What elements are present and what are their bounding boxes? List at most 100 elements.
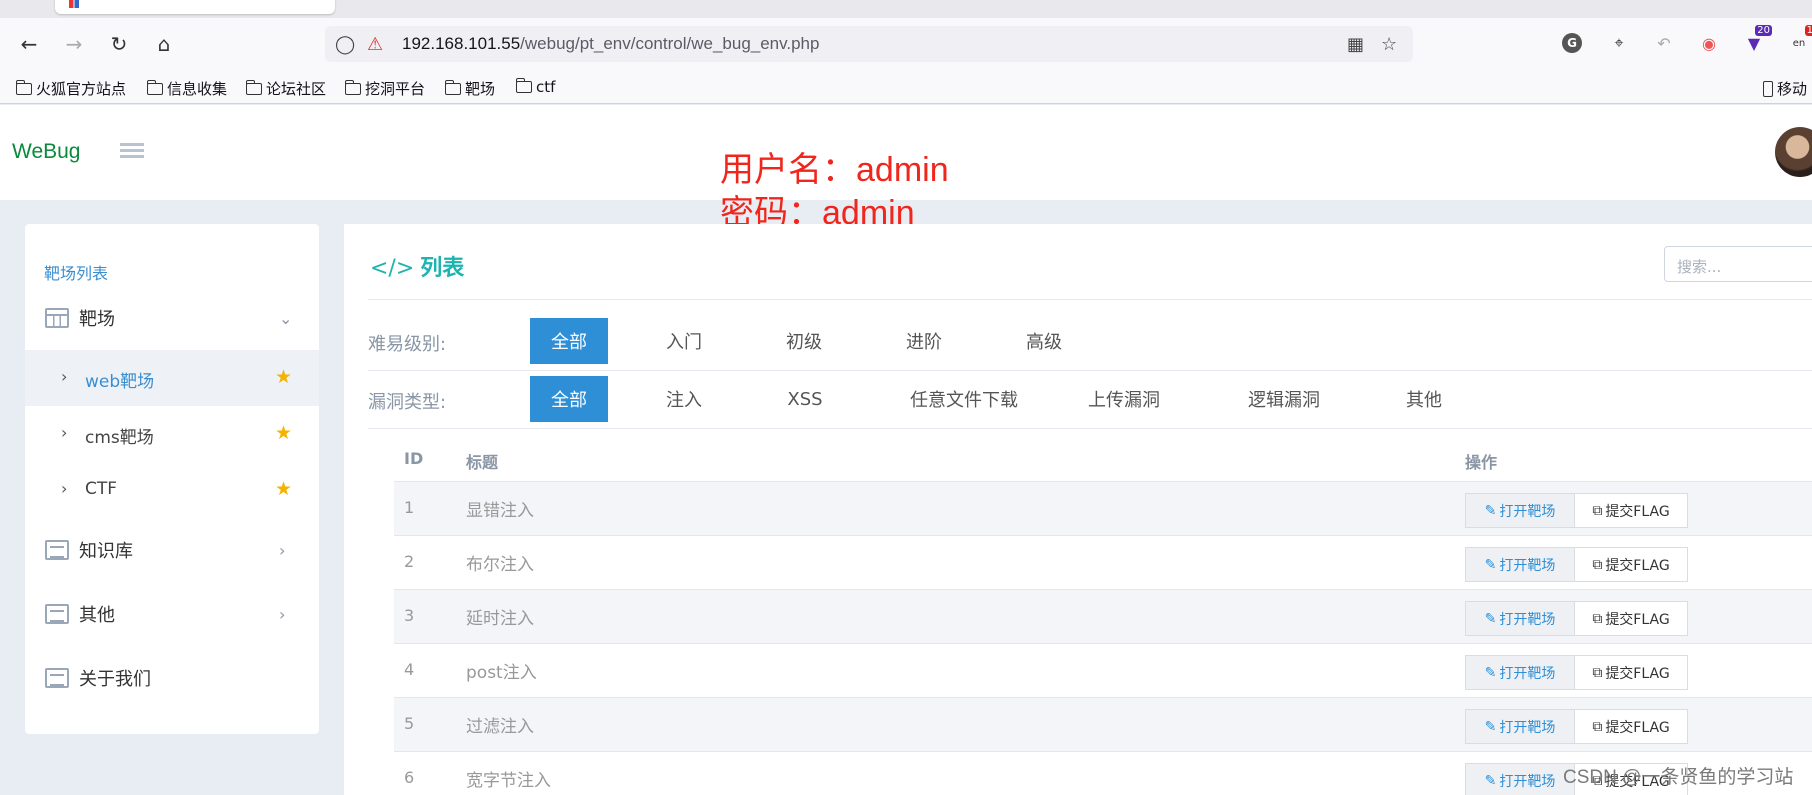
vuln-type-download[interactable]: 任意文件下载 bbox=[884, 376, 1044, 422]
document-icon bbox=[45, 668, 69, 688]
home-icon[interactable]: ⌂ bbox=[150, 30, 178, 58]
translate-extension-icon[interactable]: en 1 bbox=[1787, 25, 1812, 55]
vuln-type-logic[interactable]: 逻辑漏洞 bbox=[1224, 376, 1344, 422]
edit-icon: ✎ bbox=[1484, 556, 1497, 573]
vuln-type-all[interactable]: 全部 bbox=[530, 376, 608, 422]
bookmark-folder[interactable]: 挖洞平台 bbox=[344, 78, 425, 99]
star-icon: ★ bbox=[275, 478, 293, 500]
bookmarks-bar: 火狐官方站点 信息收集 论坛社区 挖洞平台 靶场 ctf 移动 bbox=[0, 70, 1812, 104]
sidebar-item-about[interactable]: 关于我们 bbox=[25, 650, 319, 706]
grammar-extension-icon[interactable]: G bbox=[1560, 31, 1584, 55]
table-row: 1 显错注入 ✎ 打开靶场 ⧉ 提交FLAG bbox=[394, 481, 1812, 535]
sidebar-group-range[interactable]: 靶场 ⌄ bbox=[25, 290, 319, 346]
chevron-right-icon: › bbox=[279, 540, 286, 560]
difficulty-advanced[interactable]: 进阶 bbox=[884, 318, 964, 364]
qr-code-icon[interactable]: ▦ bbox=[1347, 34, 1364, 55]
extension-badge: 1 bbox=[1804, 25, 1812, 36]
difficulty-all[interactable]: 全部 bbox=[530, 318, 608, 364]
difficulty-beginner[interactable]: 初级 bbox=[764, 318, 844, 364]
difficulty-label: 难易级别: bbox=[368, 334, 447, 355]
browser-tab[interactable] bbox=[55, 0, 335, 14]
column-header-action: 操作 bbox=[1465, 453, 1498, 472]
download-extension-icon[interactable]: ▼ 20 bbox=[1742, 25, 1772, 55]
open-range-button[interactable]: ✎ 打开靶场 bbox=[1465, 547, 1575, 582]
url-text[interactable]: 192.168.101.55/webug/pt_env/control/we_b… bbox=[402, 34, 819, 54]
reload-icon[interactable]: ↻ bbox=[105, 30, 133, 58]
table-row: 4 post注入 ✎ 打开靶场 ⧉ 提交FLAG bbox=[394, 643, 1812, 697]
column-header-title: 标题 bbox=[466, 453, 499, 472]
copy-icon: ⧉ bbox=[1592, 556, 1603, 573]
difficulty-expert[interactable]: 高级 bbox=[1004, 318, 1084, 364]
table-row: 3 延时注入 ✎ 打开靶场 ⧉ 提交FLAG bbox=[394, 589, 1812, 643]
vuln-type-xss[interactable]: XSS bbox=[760, 376, 850, 422]
main-panel: </> 列表 搜索... 难易级别: 全部 入门 初级 进阶 高级 漏洞类型: 全… bbox=[344, 224, 1812, 795]
sidebar-item-ctf[interactable]: › CTF ★ bbox=[25, 462, 319, 518]
edit-icon: ✎ bbox=[1484, 772, 1497, 789]
sidebar-item-web[interactable]: › web靶场 ★ bbox=[25, 350, 319, 406]
bookmark-folder[interactable]: 火狐官方站点 bbox=[15, 78, 126, 99]
edit-icon: ✎ bbox=[1484, 718, 1497, 735]
insecure-lock-icon[interactable]: ⚠ bbox=[367, 34, 383, 55]
shield-icon[interactable]: ◯ bbox=[335, 34, 355, 55]
divider bbox=[368, 299, 1812, 300]
sidebar-item-other[interactable]: 其他 › bbox=[25, 586, 319, 642]
open-range-button[interactable]: ✎ 打开靶场 bbox=[1465, 655, 1575, 690]
chevron-right-icon: › bbox=[61, 423, 68, 442]
brand-logo[interactable]: WeBug bbox=[12, 140, 81, 164]
watermark: CSDN @一条贤鱼的学习站 bbox=[1563, 767, 1794, 788]
mobile-bookmarks[interactable]: 移动 bbox=[1763, 78, 1807, 99]
menu-toggle-icon[interactable] bbox=[120, 143, 144, 163]
submit-flag-button[interactable]: ⧉ 提交FLAG bbox=[1574, 655, 1688, 690]
vuln-type-other[interactable]: 其他 bbox=[1384, 376, 1464, 422]
browser-tabstrip bbox=[0, 0, 1812, 18]
copy-icon: ⧉ bbox=[1592, 664, 1603, 681]
submit-flag-button[interactable]: ⧉ 提交FLAG bbox=[1574, 709, 1688, 744]
chevron-down-icon: ⌄ bbox=[279, 308, 293, 328]
open-range-button[interactable]: ✎ 打开靶场 bbox=[1465, 493, 1575, 528]
app-header: WeBug 用户名：admin 密码：admin bbox=[0, 105, 1812, 230]
tab-favicon-icon bbox=[69, 0, 79, 8]
sidebar-item-cms[interactable]: › cms靶场 ★ bbox=[25, 406, 319, 462]
browser-toolbar: ← → ↻ ⌂ ◯ ⚠ 192.168.101.55/webug/pt_env/… bbox=[0, 18, 1812, 70]
difficulty-intro[interactable]: 入门 bbox=[644, 318, 724, 364]
undo-icon[interactable]: ↶ bbox=[1652, 31, 1676, 55]
chevron-right-icon: › bbox=[279, 604, 286, 624]
bookmark-folder[interactable]: ctf bbox=[515, 78, 555, 96]
copy-icon: ⧉ bbox=[1592, 718, 1603, 735]
mobile-icon bbox=[1763, 80, 1773, 97]
search-input[interactable]: 搜索... bbox=[1664, 246, 1812, 282]
open-range-button[interactable]: ✎ 打开靶场 bbox=[1465, 763, 1575, 795]
bookmark-folder[interactable]: 论坛社区 bbox=[245, 78, 326, 99]
vuln-type-injection[interactable]: 注入 bbox=[644, 376, 724, 422]
page-title: </> 列表 bbox=[370, 256, 465, 281]
bookmark-star-icon[interactable]: ☆ bbox=[1381, 34, 1397, 55]
star-icon: ★ bbox=[275, 422, 293, 444]
star-icon: ★ bbox=[275, 366, 293, 388]
edit-icon: ✎ bbox=[1484, 664, 1497, 681]
forward-icon[interactable]: → bbox=[60, 30, 88, 58]
sidebar-item-knowledge[interactable]: 知识库 › bbox=[25, 522, 319, 578]
bookmark-folder[interactable]: 信息收集 bbox=[146, 78, 227, 99]
folder-icon bbox=[444, 79, 461, 95]
open-range-button[interactable]: ✎ 打开靶场 bbox=[1465, 601, 1575, 636]
open-range-button[interactable]: ✎ 打开靶场 bbox=[1465, 709, 1575, 744]
vuln-type-upload[interactable]: 上传漏洞 bbox=[1064, 376, 1184, 422]
back-icon[interactable]: ← bbox=[15, 30, 43, 58]
folder-icon bbox=[344, 79, 361, 95]
blocker-extension-icon[interactable]: ◉ bbox=[1697, 31, 1721, 55]
copy-icon: ⧉ bbox=[1592, 502, 1603, 519]
sidebar-heading: 靶场列表 bbox=[44, 264, 109, 283]
annotation-username: 用户名：admin bbox=[720, 151, 949, 189]
chevron-right-icon: › bbox=[61, 367, 68, 386]
bookmark-folder[interactable]: 靶场 bbox=[444, 78, 495, 99]
submit-flag-button[interactable]: ⧉ 提交FLAG bbox=[1574, 493, 1688, 528]
vuln-type-label: 漏洞类型: bbox=[368, 392, 447, 413]
submit-flag-button[interactable]: ⧉ 提交FLAG bbox=[1574, 601, 1688, 636]
crop-icon[interactable]: ⌖ bbox=[1607, 31, 1631, 55]
folder-icon bbox=[515, 78, 532, 93]
table-row: 5 过滤注入 ✎ 打开靶场 ⧉ 提交FLAG bbox=[394, 697, 1812, 751]
submit-flag-button[interactable]: ⧉ 提交FLAG bbox=[1574, 547, 1688, 582]
address-bar[interactable]: ◯ ⚠ 192.168.101.55/webug/pt_env/control/… bbox=[325, 26, 1413, 62]
avatar[interactable] bbox=[1775, 127, 1812, 177]
table-row: 2 布尔注入 ✎ 打开靶场 ⧉ 提交FLAG bbox=[394, 535, 1812, 589]
